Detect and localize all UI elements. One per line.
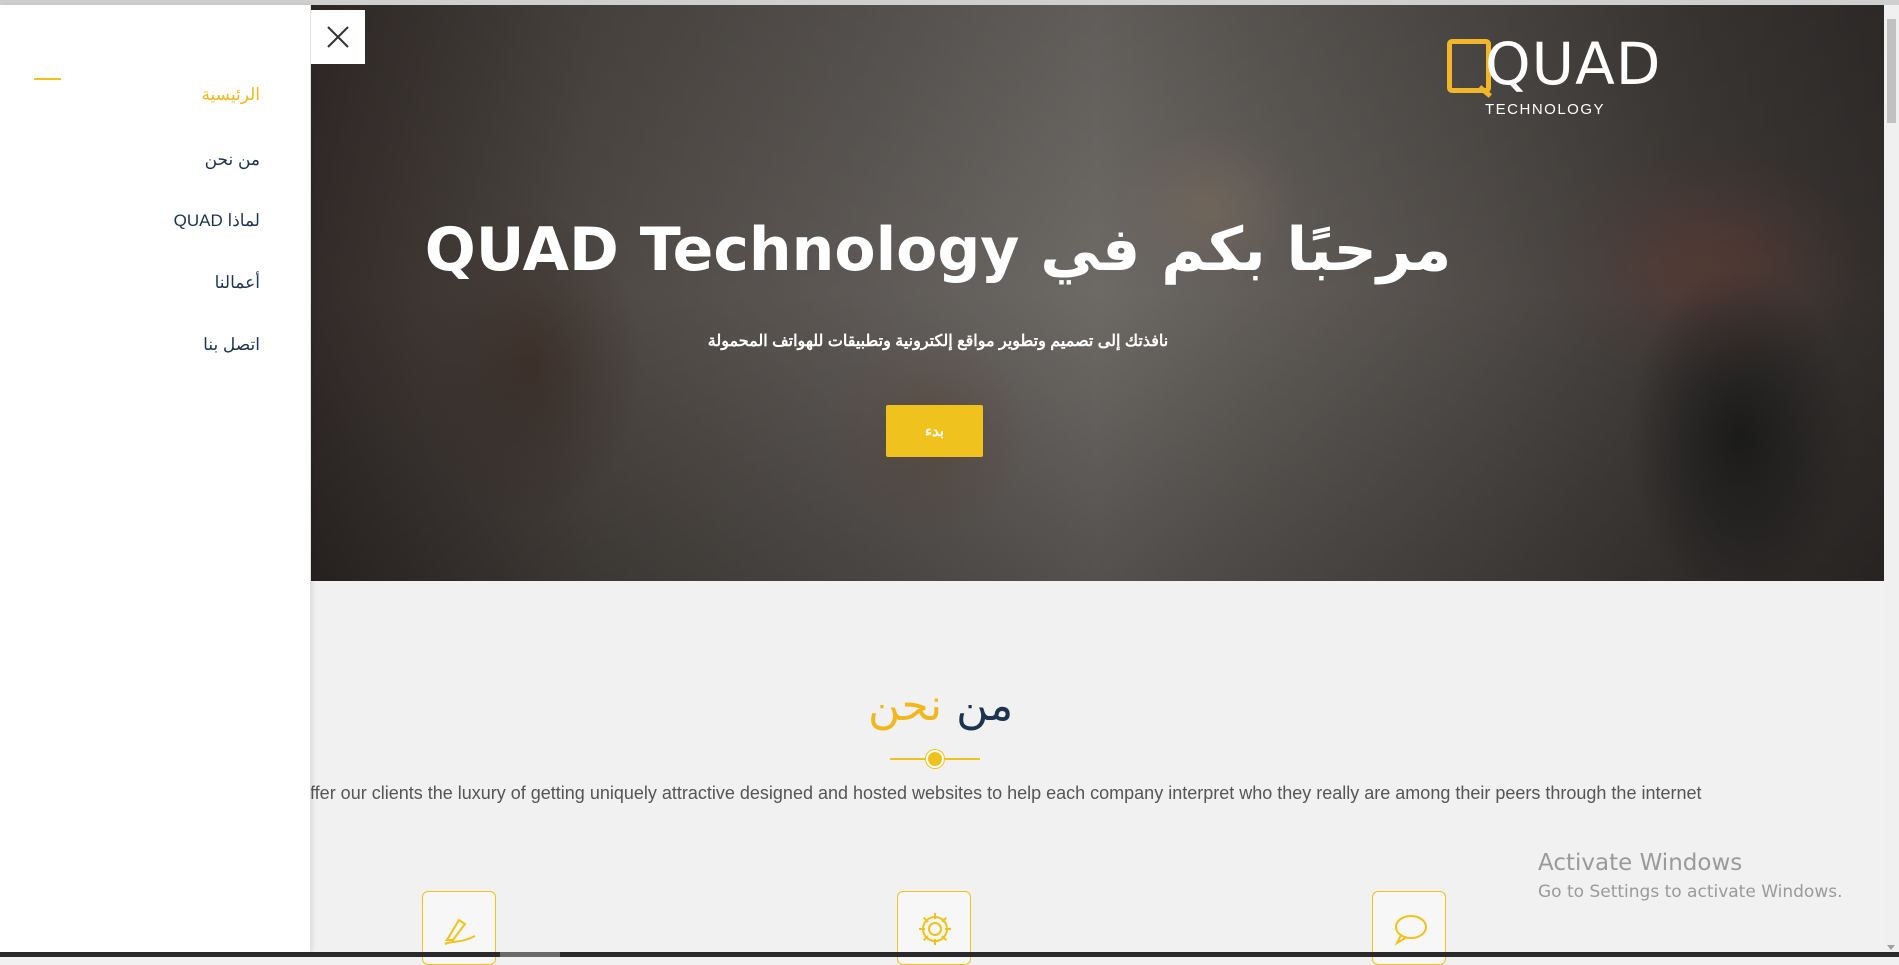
hero-subtitle: نافذتك إلى تصميم وتطوير مواقع إلكترونية … [707,333,1169,350]
divider-dot [926,750,944,768]
active-indicator [34,78,61,80]
start-button[interactable]: بدء [886,405,983,457]
menu-item-why-quad[interactable]: لماذا QUAD [174,211,260,231]
pen-sign-icon [444,918,476,945]
hero-title: مرحبًا بكم في QUAD Technology [424,215,1452,285]
about-heading-word2: نحن [868,680,943,731]
logo-subtitle: TECHNOLOGY [1485,101,1606,118]
bottom-taskbar-edge [0,952,1899,957]
about-heading: من نحن [868,680,1013,731]
brand-logo[interactable]: QUAD TECHNOLOGY [1447,33,1660,123]
watermark-title: Activate Windows [1538,850,1743,876]
hero-section: QUAD TECHNOLOGY مرحبًا بكم في QUAD Techn… [310,5,1884,581]
close-menu-button[interactable] [311,10,365,64]
vertical-scrollbar[interactable] [1884,5,1899,952]
menu-item-home[interactable]: الرئيسية [201,85,260,105]
menu-item-our-work[interactable]: أعمالنا [215,273,260,293]
logo-text: QUAD [1485,30,1662,98]
side-menu: الرئيسية من نحن لماذا QUAD أعمالنا اتصل … [0,5,311,952]
activate-windows-watermark: Activate Windows Go to Settings to activ… [1538,850,1843,902]
section-divider [890,750,980,768]
about-description: ffer our clients the luxury of getting u… [310,783,1702,803]
watermark-subtitle: Go to Settings to activate Windows. [1538,882,1843,902]
menu-item-contact[interactable]: اتصل بنا [203,335,260,355]
about-heading-word1: من [956,680,1014,731]
scrollbar-thumb[interactable] [1887,19,1896,123]
close-icon [327,26,349,48]
chat-bubble-icon [1394,915,1427,946]
scroll-down-arrow-icon[interactable] [1887,945,1895,950]
menu-item-about[interactable]: من نحن [205,150,260,170]
gear-icon [919,913,951,945]
